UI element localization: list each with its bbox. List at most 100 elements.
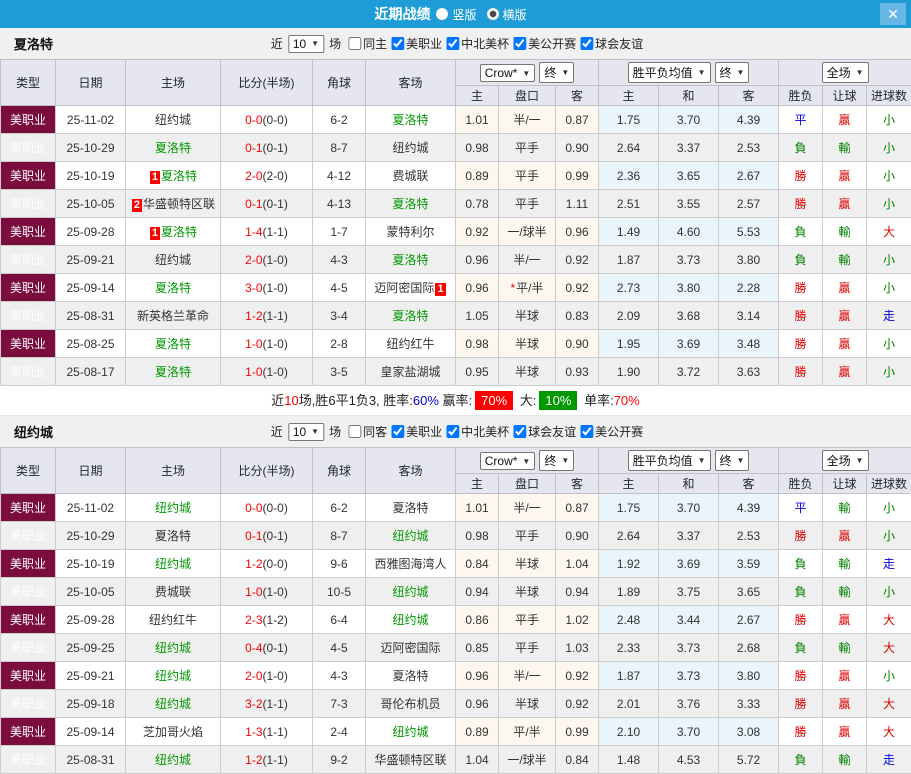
odds-draw: 3.72 xyxy=(659,358,719,386)
odds-time-select[interactable]: 终▼ xyxy=(539,450,574,471)
odds-away: 5.53 xyxy=(719,218,779,246)
table-row: 美职业25-08-25夏洛特1-0(1-0)2-8纽约红牛0.98半球0.901… xyxy=(1,330,911,358)
handicap-away-odds: 0.92 xyxy=(556,246,599,274)
odds-draw: 3.37 xyxy=(659,134,719,162)
radio-horizontal-layout[interactable]: 横版 xyxy=(487,6,527,23)
corner-cell: 8-7 xyxy=(313,134,366,162)
subcolumn-header: 客 xyxy=(556,474,599,494)
handicap-home-odds: 0.86 xyxy=(456,606,499,634)
odds-home: 2.64 xyxy=(599,522,659,550)
odds-away: 3.80 xyxy=(719,246,779,274)
league-filter-label: 中北美杯 xyxy=(461,35,509,52)
score-cell: 0-0(0-0) xyxy=(221,106,313,134)
result-outcome: 勝 xyxy=(779,662,823,690)
radio-vertical-layout[interactable]: 竖版 xyxy=(436,6,476,23)
subcolumn-header: 主 xyxy=(599,474,659,494)
odds-draw: 4.60 xyxy=(659,218,719,246)
result-handicap: 贏 xyxy=(823,358,867,386)
games-count-select[interactable]: 10▼ xyxy=(288,35,324,53)
date-cell: 25-09-18 xyxy=(56,690,126,718)
halftime-score: (0-0) xyxy=(263,113,288,127)
league-filter-label: 中北美杯 xyxy=(461,423,509,440)
league-filter[interactable]: 美职业 xyxy=(391,35,442,52)
euro-time-select[interactable]: 终▼ xyxy=(715,450,750,471)
result-goals: 大 xyxy=(867,634,911,662)
league-filter-checkbox[interactable] xyxy=(580,425,593,438)
league-filter[interactable]: 球会友谊 xyxy=(513,423,576,440)
euro-time-select[interactable]: 终▼ xyxy=(715,62,750,83)
handicap-home-odds: 0.89 xyxy=(456,718,499,746)
score-cell: 1-2(1-1) xyxy=(221,302,313,330)
same-venue-filter-checkbox[interactable] xyxy=(348,37,361,50)
home-team-name: 纽约城 xyxy=(155,113,191,127)
result-goals: 走 xyxy=(867,550,911,578)
league-filter[interactable]: 中北美杯 xyxy=(446,35,509,52)
odds-away: 3.33 xyxy=(719,690,779,718)
handicap-line-value: 平手 xyxy=(515,197,539,211)
odds-home: 2.36 xyxy=(599,162,659,190)
league-filter-checkbox[interactable] xyxy=(446,37,459,50)
date-cell: 25-08-25 xyxy=(56,330,126,358)
result-handicap: 贏 xyxy=(823,606,867,634)
result-outcome: 勝 xyxy=(779,302,823,330)
league-filter[interactable]: 美公开赛 xyxy=(513,35,576,52)
home-team-cell: 纽约城 xyxy=(126,690,221,718)
home-team-name: 夏洛特 xyxy=(155,529,191,543)
fulltime-score: 2-0 xyxy=(245,253,262,267)
away-team-cell: 夏洛特 xyxy=(366,246,456,274)
date-cell: 25-10-19 xyxy=(56,162,126,190)
league-filter[interactable]: 球会友谊 xyxy=(580,35,643,52)
handicap-home-odds: 0.84 xyxy=(456,550,499,578)
halftime-score: (2-0) xyxy=(263,169,288,183)
result-goals: 大 xyxy=(867,690,911,718)
handicap-away-odds: 1.02 xyxy=(556,606,599,634)
result-goals: 大 xyxy=(867,218,911,246)
league-filter[interactable]: 美公开赛 xyxy=(580,423,643,440)
match-scope-select[interactable]: 全场▼ xyxy=(822,450,869,471)
euro-odds-select[interactable]: 胜平负均值▼ xyxy=(628,450,711,471)
handicap-home-odds: 0.96 xyxy=(456,690,499,718)
league-filter[interactable]: 中北美杯 xyxy=(446,423,509,440)
home-team-name: 纽约城 xyxy=(155,697,191,711)
same-venue-filter[interactable]: 同主 xyxy=(348,35,387,52)
odds-draw: 3.73 xyxy=(659,662,719,690)
layout-radio-group: 竖版 横版 xyxy=(436,6,536,23)
same-venue-filter[interactable]: 同客 xyxy=(348,423,387,440)
handicap-line-value: 平手 xyxy=(515,529,539,543)
odds-draw: 3.70 xyxy=(659,494,719,522)
league-filter-checkbox[interactable] xyxy=(580,37,593,50)
odds-time-select[interactable]: 终▼ xyxy=(539,62,574,83)
away-team-cell: 纽约城 xyxy=(366,606,456,634)
result-goals: 小 xyxy=(867,134,911,162)
corner-cell: 3-5 xyxy=(313,358,366,386)
result-goals: 小 xyxy=(867,274,911,302)
subcolumn-header: 主 xyxy=(599,86,659,106)
close-icon[interactable]: ✕ xyxy=(880,3,906,25)
league-filter-checkbox[interactable] xyxy=(446,425,459,438)
league-filter[interactable]: 美职业 xyxy=(391,423,442,440)
score-cell: 1-4(1-1) xyxy=(221,218,313,246)
handicap-home-odds: 0.89 xyxy=(456,162,499,190)
away-team-cell: 纽约城 xyxy=(366,578,456,606)
same-venue-filter-checkbox[interactable] xyxy=(348,425,361,438)
handicap-away-odds: 0.87 xyxy=(556,494,599,522)
handicap-line-value: 平手 xyxy=(515,613,539,627)
result-handicap: 輸 xyxy=(823,634,867,662)
away-team-name: 迈阿密国际 xyxy=(380,641,440,655)
summary-segment: 大: xyxy=(516,393,536,408)
league-filter-checkbox[interactable] xyxy=(513,37,526,50)
home-team-name: 纽约城 xyxy=(155,669,191,683)
match-scope-select[interactable]: 全场▼ xyxy=(822,62,869,83)
odds-company-select[interactable]: Crow*▼ xyxy=(480,452,536,470)
europe-odds-group: 胜平负均值▼终▼ xyxy=(599,448,779,474)
league-type-cell: 美职业 xyxy=(1,494,56,522)
league-filter-checkbox[interactable] xyxy=(391,37,404,50)
handicap-line-value: 半球 xyxy=(515,337,539,351)
league-filter-checkbox[interactable] xyxy=(391,425,404,438)
summary-segment: 近 xyxy=(271,393,284,408)
odds-company-select-value: Crow* xyxy=(485,66,518,80)
odds-company-select[interactable]: Crow*▼ xyxy=(480,64,536,82)
league-filter-checkbox[interactable] xyxy=(513,425,526,438)
euro-odds-select[interactable]: 胜平负均值▼ xyxy=(628,62,711,83)
games-count-select[interactable]: 10▼ xyxy=(288,423,324,441)
